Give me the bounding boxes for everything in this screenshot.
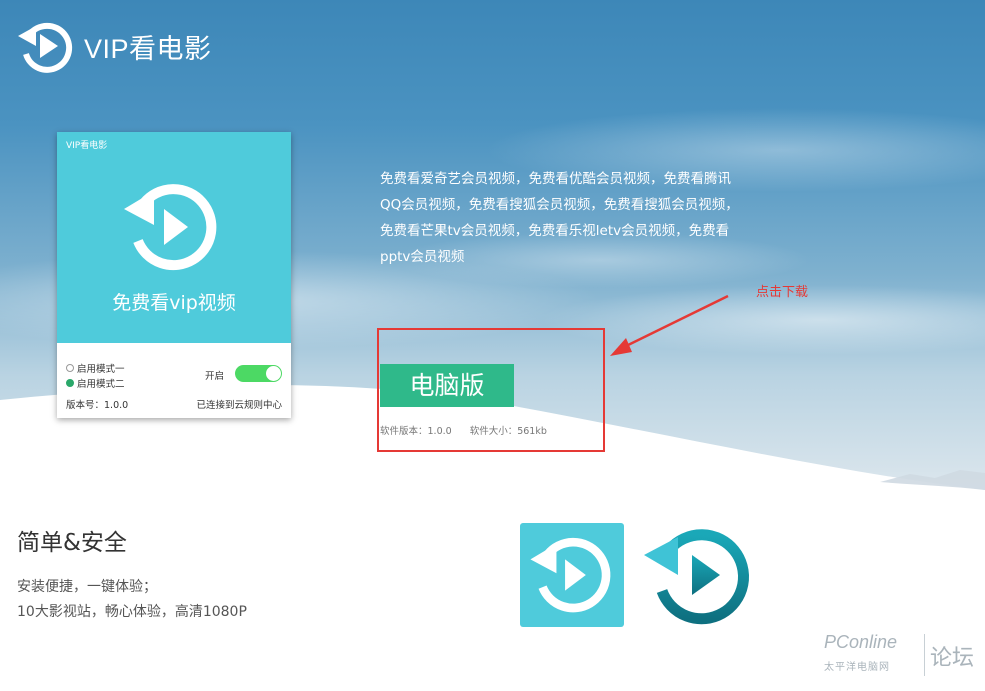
features-line-1: 安装便捷，一键体验； bbox=[17, 579, 157, 595]
pc-download-button[interactable]: 电脑版 bbox=[380, 364, 514, 407]
pconline-watermark: PConline 太平洋电脑网 论坛 bbox=[820, 630, 980, 685]
app-icon-square bbox=[520, 523, 624, 627]
description-line: 免费看爱奇艺会员视频，免费看优酷会员视频，免费看腾讯 bbox=[380, 171, 731, 187]
replay-play-icon bbox=[18, 22, 73, 73]
features-line-2: 10大影视站，畅心体验，高清1080P bbox=[17, 604, 247, 620]
brand-name: VIP看电影 bbox=[84, 33, 212, 64]
description-line: 免费看芒果tv会员视频，免费看乐视letv会员视频，免费看 bbox=[380, 223, 730, 239]
app-preview-slogan: 免费看vip视频 bbox=[112, 292, 236, 314]
mode-2-radio[interactable]: 启用模式二 bbox=[66, 376, 125, 390]
watermark-brand: PConline bbox=[824, 632, 898, 652]
toggle-label: 开启 bbox=[205, 371, 225, 382]
mode-1-radio[interactable]: 启用模式一 bbox=[66, 361, 125, 375]
software-size: 软件大小：561kb bbox=[469, 426, 547, 437]
app-preview-title: VIP看电影 bbox=[66, 141, 108, 151]
toggle-knob bbox=[266, 366, 281, 381]
connection-status: 已连接到云规则中心 bbox=[196, 400, 282, 411]
replay-play-icon bbox=[644, 529, 750, 625]
replay-play-icon bbox=[124, 184, 217, 271]
description-line: pptv会员视频 bbox=[380, 249, 465, 265]
features-title: 简单&安全 bbox=[17, 530, 127, 556]
app-version: 版本号：1.0.0 bbox=[66, 400, 129, 411]
software-version: 软件版本：1.0.0 bbox=[380, 426, 452, 437]
replay-play-icon bbox=[530, 537, 611, 613]
download-annotation: 点击下载 bbox=[756, 285, 809, 300]
enable-toggle[interactable] bbox=[235, 365, 282, 382]
site-logo[interactable]: VIP看电影 bbox=[16, 16, 212, 76]
watermark-divider bbox=[924, 634, 925, 676]
watermark-sub: 太平洋电脑网 bbox=[824, 662, 890, 673]
radio-unchecked-icon bbox=[66, 364, 74, 372]
radio-checked-icon bbox=[66, 379, 74, 387]
feature-description: 免费看爱奇艺会员视频，免费看优酷会员视频，免费看腾讯 QQ会员视频，免费看搜狐会… bbox=[380, 166, 775, 270]
mode-2-label: 启用模式二 bbox=[77, 379, 125, 390]
app-preview-window: VIP看电影 免费看vip视频 启用模式一 启用模式二 开启 版本号：1.0.0… bbox=[57, 132, 291, 418]
watermark-forum: 论坛 bbox=[930, 646, 975, 671]
app-preview-header: VIP看电影 免费看vip视频 bbox=[57, 132, 291, 343]
description-line: QQ会员视频，免费看搜狐会员视频，免费看搜狐会员视频， bbox=[380, 197, 739, 213]
software-info: 软件版本：1.0.0 软件大小：561kb bbox=[380, 423, 562, 437]
mode-1-label: 启用模式一 bbox=[77, 364, 125, 375]
